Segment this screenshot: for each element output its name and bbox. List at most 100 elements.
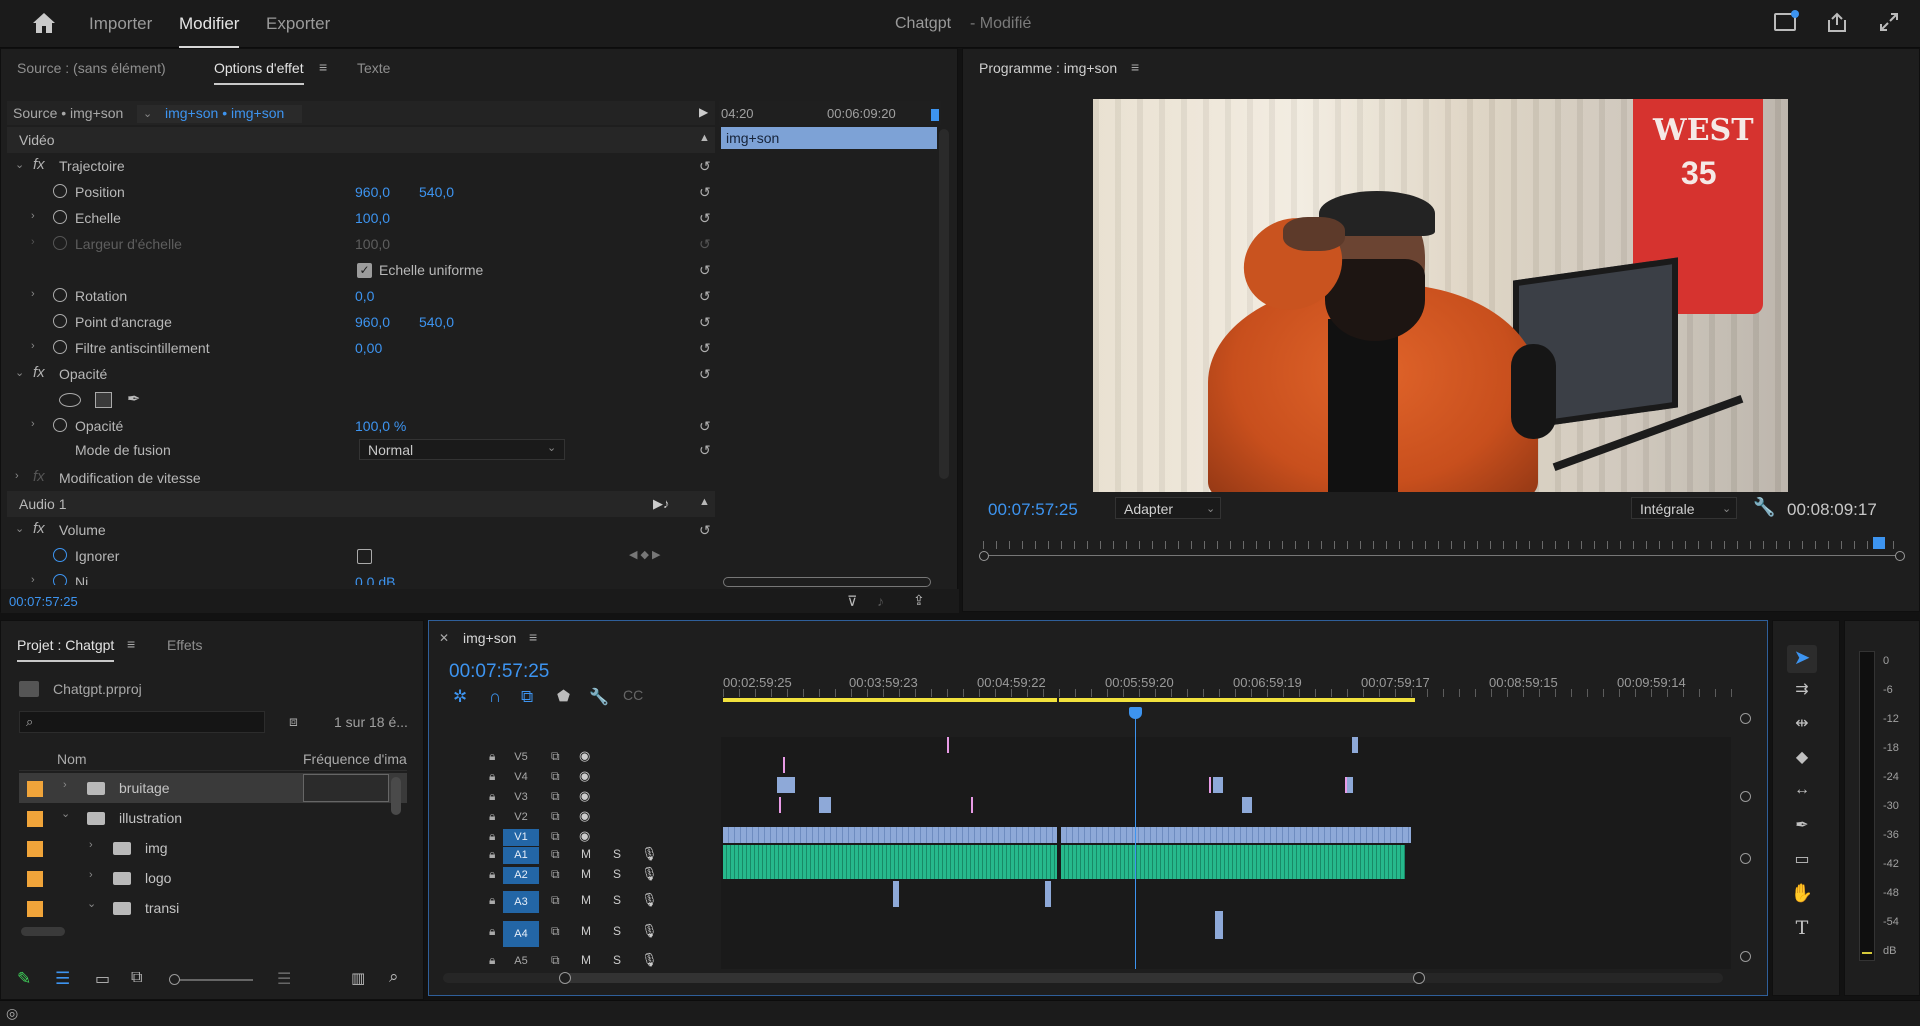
ignorer-checkbox[interactable] (357, 549, 372, 564)
lock-icon[interactable]: 🔒︎ (489, 867, 495, 882)
share-icon[interactable] (1826, 11, 1848, 33)
video-frame[interactable]: WEST 35 (1093, 99, 1788, 492)
audio-clip-a1a2[interactable] (723, 845, 1057, 879)
reset-icon[interactable]: ↺ (699, 340, 711, 357)
nav-importer[interactable]: Importer (89, 14, 152, 34)
chevron-right-icon[interactable]: › (31, 574, 35, 585)
chevron-right-icon[interactable]: › (31, 288, 35, 300)
track-select-tool-icon[interactable]: ⇉ (1787, 679, 1817, 705)
reset-icon[interactable]: ↺ (699, 288, 711, 305)
video-clip-v2[interactable] (1242, 797, 1252, 813)
marker[interactable] (779, 797, 781, 813)
lock-icon[interactable]: 🔒︎ (489, 829, 495, 844)
mic-icon[interactable]: 🎙︎ (641, 923, 658, 939)
timeline-settings-icon[interactable]: 🔧 (589, 687, 609, 707)
sync-lock-icon[interactable]: ⧉ (551, 809, 560, 824)
chevron-down-icon[interactable]: ⌄ (15, 522, 24, 535)
search-icon[interactable]: ⌕ (389, 967, 399, 987)
vertical-scrollbar[interactable] (939, 129, 949, 479)
eye-icon[interactable]: ◉ (579, 788, 590, 804)
lock-icon[interactable]: 🔒︎ (489, 809, 495, 824)
work-area-bar[interactable] (723, 698, 1057, 702)
sync-lock-icon[interactable]: ⧉ (551, 893, 560, 908)
freeform-view-icon[interactable]: ⧉ (131, 969, 142, 987)
pen-tool-icon[interactable]: ✒ (1787, 815, 1817, 841)
nav-modifier[interactable]: Modifier (179, 14, 240, 48)
export-icon[interactable]: ⇪ (913, 592, 925, 609)
new-bin-icon[interactable]: ⧈ (289, 713, 298, 730)
label-color-swatch[interactable] (27, 811, 43, 827)
reset-icon[interactable]: ↺ (699, 158, 711, 175)
reset-icon[interactable]: ↺ (699, 366, 711, 383)
marker[interactable] (971, 797, 973, 813)
fx-icon[interactable]: fx (33, 364, 45, 381)
audio-clip-a3[interactable] (1045, 881, 1051, 907)
marker[interactable] (1345, 777, 1347, 793)
lock-icon[interactable]: 🔒︎ (489, 893, 495, 908)
linked-selection-icon[interactable]: ⧉ (521, 687, 533, 707)
stopwatch-icon[interactable] (53, 288, 67, 302)
vertical-scrollbar[interactable] (391, 777, 401, 815)
reset-icon[interactable]: ↺ (699, 522, 711, 539)
track-label[interactable]: A4 (503, 921, 539, 947)
reset-icon[interactable]: ↺ (699, 314, 711, 331)
solo-button[interactable]: S (613, 953, 621, 967)
track-label[interactable]: A5 (503, 953, 539, 970)
stopwatch-icon[interactable] (53, 418, 67, 432)
chevron-right-icon[interactable]: › (31, 210, 35, 222)
track-label[interactable]: A1 (503, 847, 539, 864)
reset-icon[interactable]: ↺ (699, 442, 711, 459)
column-frame-rate[interactable]: Fréquence d'ima (303, 751, 407, 767)
filter-icon[interactable]: ⊽ (847, 593, 857, 610)
chevron-down-icon[interactable]: ⌄ (87, 897, 96, 910)
slip-tool-icon[interactable]: ↔ (1787, 781, 1817, 807)
collapse-icon[interactable]: ▲ (699, 496, 710, 508)
sort-icon[interactable]: ☰ (277, 969, 291, 989)
fx-icon[interactable]: fx (33, 156, 45, 173)
blend-mode-select[interactable]: Normal (359, 439, 565, 460)
horizontal-scrollbar[interactable] (21, 927, 65, 936)
eye-icon[interactable]: ◉ (579, 828, 590, 844)
sync-lock-icon[interactable]: ⧉ (551, 769, 560, 784)
panel-menu-icon[interactable]: ≡ (319, 59, 327, 75)
eye-icon[interactable]: ◉ (579, 768, 590, 784)
icon-view-icon[interactable]: ▭ (95, 969, 110, 989)
vertical-zoom-handle[interactable] (1740, 951, 1751, 962)
list-view-icon[interactable]: ☰ (55, 969, 70, 989)
snap-nest-icon[interactable]: ✲ (453, 687, 467, 707)
panel-menu-icon[interactable]: ≡ (1131, 59, 1139, 75)
video-clip-v1[interactable] (723, 827, 1057, 843)
lock-icon[interactable]: 🔒︎ (489, 749, 495, 764)
lock-icon[interactable]: 🔒︎ (489, 769, 495, 784)
sync-lock-icon[interactable]: ⧉ (551, 953, 560, 968)
lock-icon[interactable]: 🔒︎ (489, 953, 495, 968)
timeline-ruler[interactable] (723, 667, 1733, 713)
label-color-swatch[interactable] (27, 841, 43, 857)
list-item-img[interactable]: › img (19, 833, 407, 863)
playhead-marker[interactable] (1873, 537, 1885, 549)
pencil-icon[interactable]: ✎ (17, 969, 31, 989)
play-triangle-icon[interactable]: ▶ (699, 105, 708, 119)
param-value[interactable]: 960,0 (355, 184, 390, 200)
param-value[interactable]: 0,0 dB (355, 574, 395, 585)
selection-tool-icon[interactable]: ➤ (1787, 645, 1817, 673)
label-color-swatch[interactable] (27, 781, 43, 797)
ellipse-mask-icon[interactable] (59, 393, 81, 407)
label-color-swatch[interactable] (27, 901, 43, 917)
eye-icon[interactable]: ◉ (579, 748, 590, 764)
home-icon[interactable] (32, 12, 56, 34)
eye-icon[interactable]: ◉ (579, 808, 590, 824)
vertical-zoom-handle[interactable] (1740, 853, 1751, 864)
fx-icon[interactable]: fx (33, 520, 45, 537)
frame-rate-cell[interactable] (303, 774, 389, 802)
chevron-right-icon[interactable]: › (63, 779, 67, 791)
fullscreen-icon[interactable] (1878, 11, 1900, 33)
mic-icon[interactable]: 🎙︎ (641, 846, 658, 862)
mute-button[interactable]: M (581, 953, 591, 967)
reset-icon[interactable]: ↺ (699, 184, 711, 201)
quick-export-icon[interactable] (1774, 10, 1799, 31)
quality-select[interactable]: Intégrale ⌄ (1631, 497, 1737, 519)
video-clip-v3[interactable] (777, 777, 795, 793)
param-value[interactable]: 540,0 (419, 314, 454, 330)
timeline-zoom-bar[interactable] (443, 972, 1723, 984)
